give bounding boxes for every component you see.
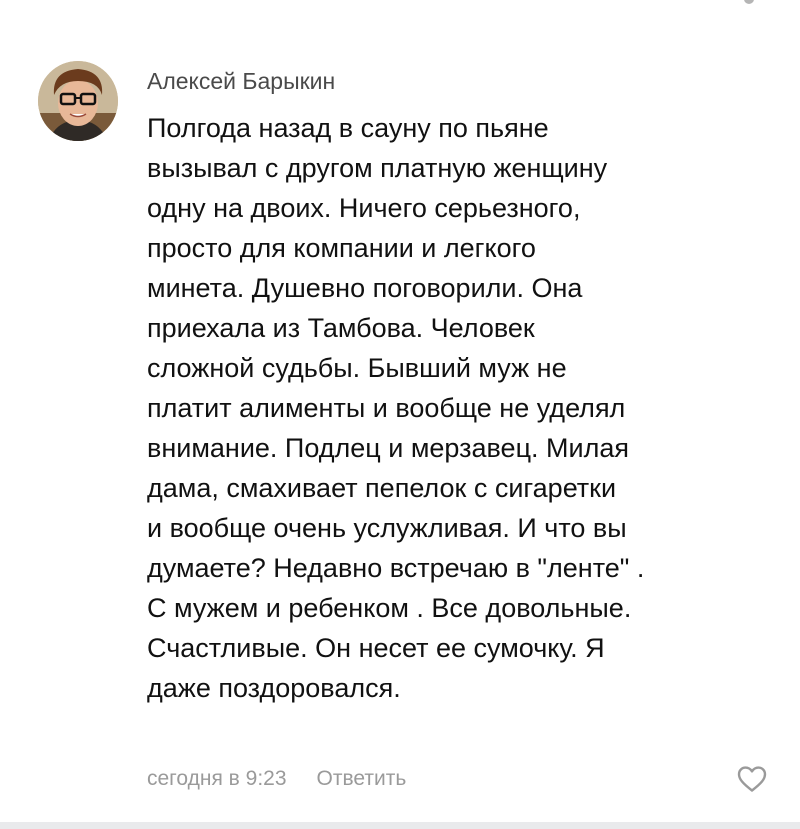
avatar[interactable] (38, 61, 118, 141)
heart-outline-icon (737, 766, 767, 792)
comment-text-line: С мужем и ребенком . Все довольные. (147, 593, 632, 623)
comment: Алексей Барыкин Полгода назад в сауну по… (0, 0, 800, 829)
comment-text: Полгода назад в сауну по пьяне вызывал с… (147, 108, 777, 708)
comment-timestamp[interactable]: сегодня в 9:23 (147, 767, 287, 791)
comment-text-line: Счастливые. Он несет ее сумочку. Я (147, 633, 605, 663)
section-divider (0, 822, 800, 829)
comment-text-line: вызывал с другом платную женщину (147, 153, 608, 183)
comment-text-line: и вообще очень услужливая. И что вы (147, 513, 627, 543)
author-name[interactable]: Алексей Барыкин (147, 66, 335, 96)
like-button[interactable] (736, 764, 768, 794)
comment-text-line: просто для компании и легкого (147, 233, 536, 263)
comment-meta: сегодня в 9:23 Ответить (147, 764, 406, 794)
comment-text-line: одну на двоих. Ничего серьезного, (147, 193, 581, 223)
comment-text-line: внимание. Подлец и мерзавец. Милая (147, 433, 630, 463)
comment-text-line: минета. Душевно поговорили. Она (147, 273, 583, 303)
comment-text-line: думаете? Недавно встречаю в "ленте" . (147, 553, 645, 583)
comment-text-line: даже поздоровался. (147, 673, 401, 703)
comment-text-line: сложной судьбы. Бывший муж не (147, 353, 567, 383)
comment-text-line: приехала из Тамбова. Человек (147, 313, 535, 343)
comment-text-line: Полгода назад в сауну по пьяне (147, 113, 549, 143)
comment-text-line: дама, смахивает пепелок с сигаретки (147, 473, 617, 503)
reply-button[interactable]: Ответить (317, 767, 407, 791)
comment-text-line: платит алименты и вообще не уделял (147, 393, 626, 423)
avatar-photo (38, 61, 118, 141)
